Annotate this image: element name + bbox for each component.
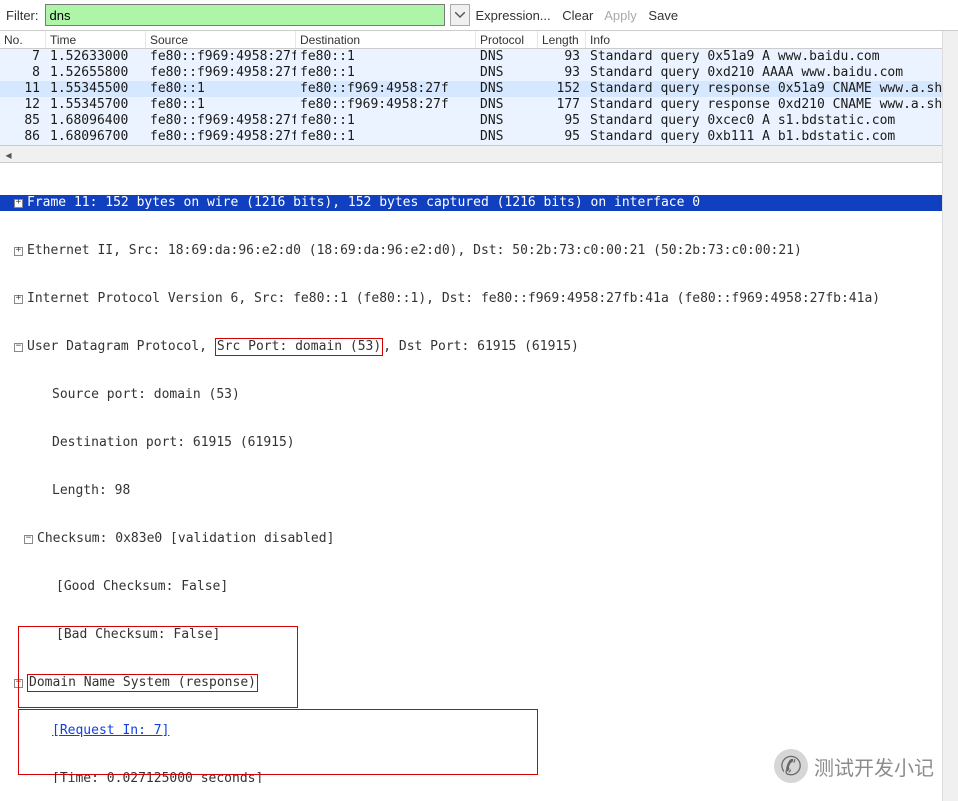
frame-summary[interactable]: Frame 11: 152 bytes on wire (1216 bits),…: [0, 195, 958, 211]
packet-row[interactable]: 71.52633000fe80::f969:4958:27ffe80::1DNS…: [0, 49, 958, 65]
filter-dropdown-button[interactable]: [450, 4, 470, 26]
udp-length[interactable]: Length: 98: [0, 483, 958, 499]
apply-button[interactable]: Apply: [604, 8, 637, 23]
col-no[interactable]: No.: [0, 31, 46, 48]
answers-annotation-box: [18, 709, 538, 775]
udp-checksum[interactable]: Checksum: 0x83e0 [validation disabled]: [0, 531, 958, 547]
collapse-icon[interactable]: [24, 535, 33, 544]
collapse-icon[interactable]: [14, 343, 23, 352]
packet-row[interactable]: 121.55345700fe80::1fe80::f969:4958:27fDN…: [0, 97, 958, 113]
filter-label: Filter:: [6, 8, 39, 23]
udp-good-checksum[interactable]: [Good Checksum: False]: [0, 579, 958, 595]
packet-list-header[interactable]: No. Time Source Destination Protocol Len…: [0, 31, 958, 49]
col-protocol[interactable]: Protocol: [476, 31, 538, 48]
udp-summary[interactable]: User Datagram Protocol, Src Port: domain…: [0, 339, 958, 355]
packet-row[interactable]: 111.55345500fe80::1fe80::f969:4958:27fDN…: [0, 81, 958, 97]
filter-actions: Expression... Clear Apply Save: [476, 8, 687, 23]
col-info[interactable]: Info: [586, 31, 958, 48]
packet-row[interactable]: 851.68096400fe80::f969:4958:27ffe80::1DN…: [0, 113, 958, 129]
dns-request-in[interactable]: [Request In: 7]: [0, 723, 958, 739]
col-length[interactable]: Length: [538, 31, 586, 48]
expression-button[interactable]: Expression...: [476, 8, 551, 23]
packet-list-pane: No. Time Source Destination Protocol Len…: [0, 31, 958, 146]
expand-icon[interactable]: [14, 199, 23, 208]
packet-row[interactable]: 81.52655800fe80::f969:4958:27ffe80::1DNS…: [0, 65, 958, 81]
wechat-icon: ✆: [774, 749, 808, 783]
watermark: ✆ 测试开发小记: [774, 749, 934, 783]
filter-input[interactable]: [45, 4, 445, 26]
scroll-left-icon[interactable]: ◂: [0, 146, 17, 163]
col-source[interactable]: Source: [146, 31, 296, 48]
col-time[interactable]: Time: [46, 31, 146, 48]
packet-details-pane[interactable]: Frame 11: 152 bytes on wire (1216 bits),…: [0, 163, 958, 783]
ipv6-summary[interactable]: Internet Protocol Version 6, Src: fe80::…: [0, 291, 958, 307]
packet-list-scrollbar[interactable]: ◂ ▸: [0, 146, 958, 163]
udp-dst-port[interactable]: Destination port: 61915 (61915): [0, 435, 958, 451]
col-destination[interactable]: Destination: [296, 31, 476, 48]
udp-src-port-highlight: Src Port: domain (53): [215, 338, 383, 356]
packet-row[interactable]: 861.68096700fe80::f969:4958:27ffe80::1DN…: [0, 129, 958, 145]
vertical-scrollbar[interactable]: [942, 31, 958, 801]
packet-list-body[interactable]: 71.52633000fe80::f969:4958:27ffe80::1DNS…: [0, 49, 958, 145]
dns-summary[interactable]: Domain Name System (response): [0, 675, 958, 691]
ethernet-summary[interactable]: Ethernet II, Src: 18:69:da:96:e2:d0 (18:…: [0, 243, 958, 259]
collapse-icon[interactable]: [14, 679, 23, 688]
udp-src-port[interactable]: Source port: domain (53): [0, 387, 958, 403]
udp-bad-checksum[interactable]: [Bad Checksum: False]: [0, 627, 958, 643]
filter-toolbar: Filter: Expression... Clear Apply Save: [0, 0, 958, 31]
clear-button[interactable]: Clear: [562, 8, 593, 23]
expand-icon[interactable]: [14, 295, 23, 304]
save-button[interactable]: Save: [648, 8, 678, 23]
watermark-text: 测试开发小记: [814, 752, 934, 781]
expand-icon[interactable]: [14, 247, 23, 256]
